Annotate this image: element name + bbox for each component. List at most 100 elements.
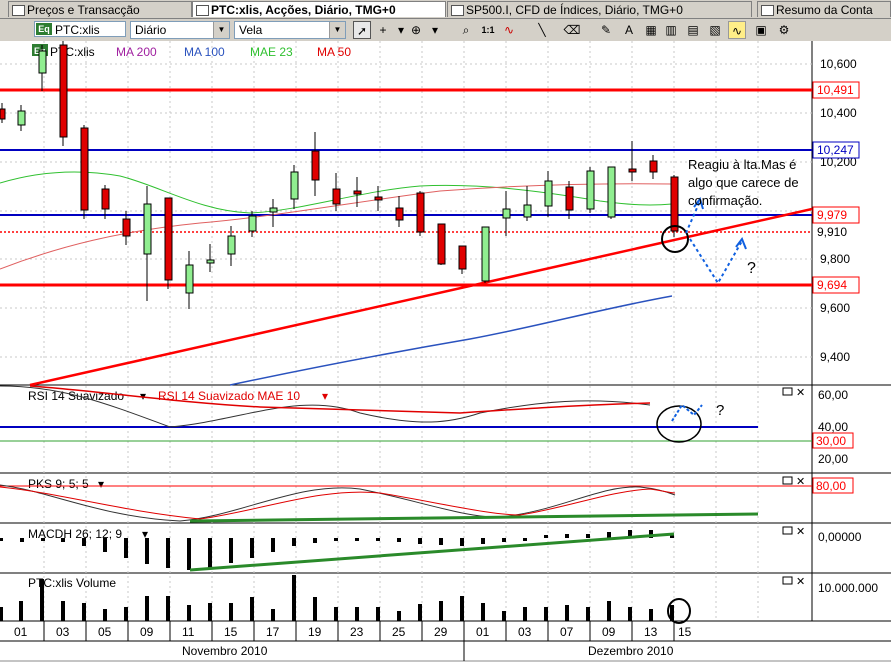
symbol-label: PTC:xlis <box>55 23 100 37</box>
tab-label: Preços e Transacção <box>27 3 140 17</box>
tab-ptc-chart[interactable]: PTC:xlis, Acções, Diário, TMG+0 <box>192 1 446 17</box>
draw-options-icon[interactable]: ▾ <box>426 21 444 39</box>
axis-tick: 10,600 <box>820 57 857 71</box>
maximize-icon <box>782 576 793 585</box>
candle <box>670 176 679 232</box>
level-label: 10,247 <box>817 143 854 157</box>
legend-mae23: MAE 23 <box>250 45 293 59</box>
candle <box>502 208 511 219</box>
candle <box>416 192 425 233</box>
svg-text:01: 01 <box>14 625 28 639</box>
bar-chart-icon[interactable]: ▥ <box>662 21 680 39</box>
chart-canvas[interactable]: Eq PTC:xlis MA 200 MA 100 MAE 23 MA 50 1… <box>0 41 891 662</box>
legend-ma100: MA 100 <box>184 45 225 59</box>
candle <box>38 50 47 74</box>
tab-bar: Preços e Transacção PTC:xlis, Acções, Di… <box>0 0 891 19</box>
legend-ma50: MA 50 <box>317 45 351 59</box>
text-tool-icon[interactable]: A <box>620 21 638 39</box>
candle <box>17 110 26 126</box>
level-label: 9,910 <box>817 225 847 239</box>
candle <box>290 171 299 200</box>
svg-text:RSI 14 Suavizado: RSI 14 Suavizado <box>28 389 124 403</box>
svg-text:algo que carece de: algo que carece de <box>688 175 799 190</box>
candle <box>248 215 257 232</box>
candle <box>80 127 89 211</box>
wave-highlight-icon[interactable]: ∿ <box>728 21 746 39</box>
axis-tick: 60,00 <box>818 388 848 402</box>
candle <box>101 188 110 210</box>
svg-text:01: 01 <box>476 625 490 639</box>
svg-text:23: 23 <box>350 625 364 639</box>
chart-style-select[interactable]: Vela ▼ <box>234 21 346 39</box>
candle <box>523 204 532 218</box>
maximize-icon <box>782 476 793 485</box>
move-tool-icon[interactable]: ⊕ <box>407 21 425 39</box>
axis-tick: 20,00 <box>818 452 848 466</box>
candle <box>353 190 362 195</box>
candle <box>0 108 6 120</box>
candle <box>185 264 194 294</box>
candle <box>481 226 490 282</box>
candle-chart-icon[interactable]: ▤ <box>684 21 702 39</box>
axis-tick: 0,00000 <box>818 530 862 544</box>
tab-label: PTC:xlis, Acções, Diário, TMG+0 <box>211 3 396 17</box>
pencil-icon[interactable]: ✎ <box>597 21 615 39</box>
eraser-icon[interactable]: ⌫ <box>563 21 581 39</box>
scale-1-1-icon[interactable]: 1:1 <box>479 21 497 39</box>
legend-ma200: MA 200 <box>116 45 157 59</box>
line-tool-icon[interactable]: ╲ <box>533 21 551 39</box>
chevron-down-icon: ▼ <box>213 22 229 38</box>
symbol-box[interactable]: Eq PTC:xlis <box>34 21 126 37</box>
level-label: 10,491 <box>817 83 854 97</box>
candle <box>122 218 131 237</box>
chart-style-value: Vela <box>239 23 263 37</box>
month-label: Dezembro 2010 <box>588 644 674 658</box>
candle <box>227 235 236 255</box>
candle <box>395 207 404 221</box>
maximize-icon <box>782 387 793 396</box>
period-value: Diário <box>135 23 167 37</box>
account-icon <box>761 5 774 16</box>
svg-text:▾: ▾ <box>140 389 146 403</box>
candle <box>206 259 215 264</box>
svg-text:Reagiu à lta.Mas é: Reagiu à lta.Mas é <box>688 157 796 172</box>
svg-text:PKS 9; 5; 5: PKS 9; 5; 5 <box>28 477 89 491</box>
svg-text:▾: ▾ <box>322 389 328 403</box>
close-icon: ✕ <box>796 387 805 399</box>
settings-icon[interactable]: ⚙ <box>775 21 793 39</box>
axis-tick: 9,400 <box>820 350 850 364</box>
svg-text:11: 11 <box>182 625 195 639</box>
tab-sp500-chart[interactable]: SP500.I, CFD de Índices, Diário, TMG+0 <box>447 1 752 17</box>
candle <box>311 150 320 181</box>
svg-text:?: ? <box>716 402 724 419</box>
grid-icon[interactable]: ▦ <box>642 21 660 39</box>
indicator-icon[interactable]: ∿ <box>500 21 518 39</box>
svg-text:30,00: 30,00 <box>816 434 846 448</box>
candle <box>374 196 383 201</box>
svg-text:07: 07 <box>560 625 574 639</box>
tab-resumo-conta[interactable]: Resumo da Conta <box>757 1 891 17</box>
svg-text:03: 03 <box>518 625 532 639</box>
candle <box>607 166 616 218</box>
close-icon: ✕ <box>796 476 805 488</box>
svg-text:29: 29 <box>434 625 448 639</box>
legend-symbol: PTC:xlis <box>50 45 95 59</box>
candle <box>628 168 637 173</box>
zoom-icon[interactable]: ⌕ <box>457 21 475 39</box>
axis-tick: 9,800 <box>820 252 850 266</box>
period-select[interactable]: Diário ▼ <box>130 21 230 39</box>
svg-text:09: 09 <box>602 625 616 639</box>
chart-icon <box>12 5 25 16</box>
svg-text:05: 05 <box>98 625 112 639</box>
cursor-tool-icon[interactable]: ➚ <box>353 21 371 39</box>
candle <box>544 180 553 207</box>
area-chart-icon[interactable]: ▧ <box>706 21 724 39</box>
question-mark: ? <box>747 260 756 277</box>
candle <box>269 207 278 213</box>
tab-precos[interactable]: Preços e Transacção <box>8 1 192 17</box>
candle <box>586 170 595 210</box>
svg-text:09: 09 <box>140 625 154 639</box>
crosshair-tool-icon[interactable]: + <box>374 21 392 39</box>
layout-icon[interactable]: ▣ <box>752 21 770 39</box>
svg-text:17: 17 <box>266 625 280 639</box>
